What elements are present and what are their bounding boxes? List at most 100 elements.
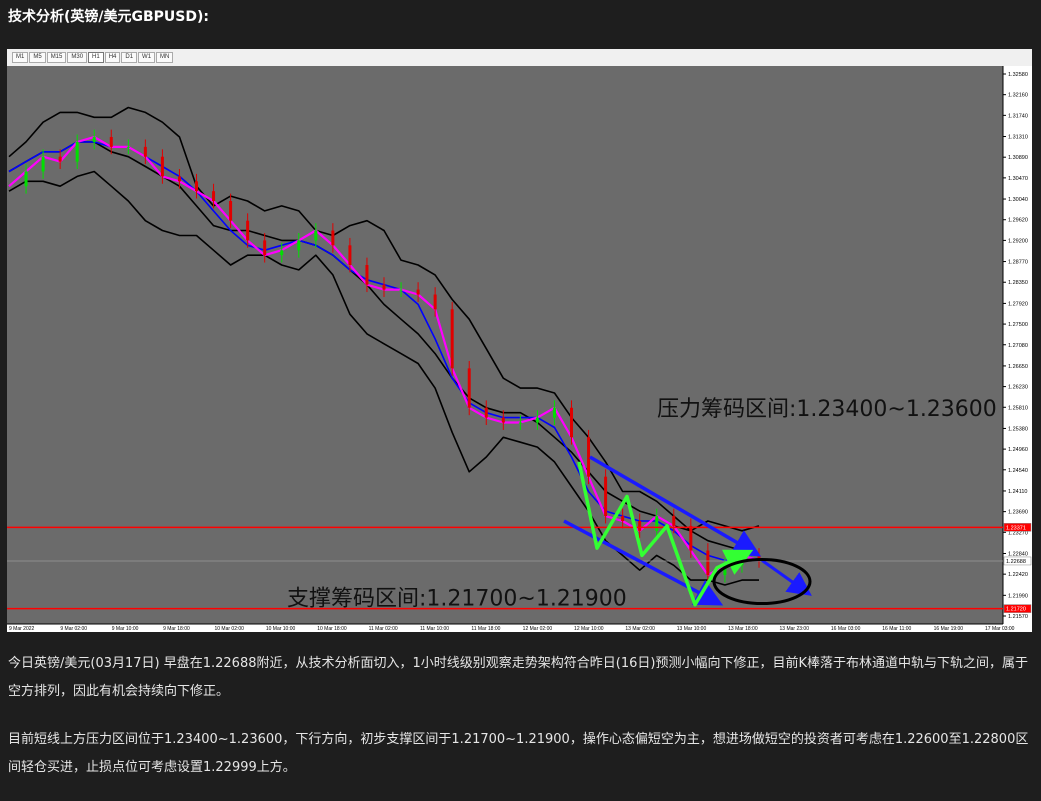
tab-d1[interactable]: D1 bbox=[121, 52, 138, 63]
time-tick-label: 17 Mar 03:00 bbox=[985, 626, 1015, 632]
price-tick-label: 1.22840 bbox=[1008, 551, 1028, 557]
price-tick-label: 1.25380 bbox=[1008, 426, 1028, 432]
time-axis-panel bbox=[7, 624, 1032, 632]
candle-body bbox=[621, 516, 625, 521]
price-tick-label: 1.21990 bbox=[1008, 593, 1028, 599]
timeframe-toolbar: M1 M5 M15 M30 H1 H4 D1 W1 MN bbox=[7, 49, 1032, 67]
candle-body bbox=[382, 284, 386, 290]
analysis-paragraph-2: 目前短线上方压力区间位于1.23400~1.23600，下行方向，初步支撑区间于… bbox=[8, 732, 1029, 775]
candle-body bbox=[638, 520, 642, 531]
price-tick-label: 1.22420 bbox=[1008, 572, 1028, 578]
candle-body bbox=[365, 265, 369, 285]
page-heading: 技术分析(英镑/美元GBPUSD): bbox=[8, 9, 210, 25]
candle-body bbox=[518, 422, 522, 424]
candle-body bbox=[399, 289, 403, 291]
candle-body bbox=[655, 516, 659, 531]
time-tick-label: 12 Mar 02:00 bbox=[523, 626, 553, 632]
price-tick-label: 1.29200 bbox=[1008, 238, 1028, 244]
price-tick-label: 1.27920 bbox=[1008, 301, 1028, 307]
tab-h4[interactable]: H4 bbox=[104, 52, 121, 63]
resistance-price-tag: 1.23371 bbox=[1006, 525, 1026, 531]
candle-body bbox=[450, 309, 454, 369]
time-tick-label: 12 Mar 10:00 bbox=[574, 626, 604, 632]
time-tick-label: 9 Mar 18:00 bbox=[163, 626, 190, 632]
time-tick-label: 16 Mar 19:00 bbox=[934, 626, 964, 632]
candle-body bbox=[126, 146, 130, 148]
candle-body bbox=[535, 417, 539, 423]
tab-mn[interactable]: MN bbox=[156, 52, 174, 63]
candle-body bbox=[348, 245, 352, 266]
candle-body bbox=[263, 240, 267, 256]
candle-body bbox=[229, 201, 233, 221]
price-tick-label: 1.23690 bbox=[1008, 510, 1028, 516]
price-tick-label: 1.26650 bbox=[1008, 364, 1028, 370]
price-tick-label: 1.29620 bbox=[1008, 218, 1028, 224]
chart-panel: M1 M5 M15 M30 H1 H4 D1 W1 MN 1.32580 1.32160 1.317… bbox=[7, 49, 1032, 632]
candle-body bbox=[331, 230, 335, 246]
time-tick-label: 10 Mar 18:00 bbox=[317, 626, 347, 632]
tab-m30[interactable]: M30 bbox=[67, 52, 88, 63]
candle-body bbox=[75, 141, 79, 162]
candle-body bbox=[416, 289, 420, 295]
time-tick-label: 11 Mar 18:00 bbox=[471, 626, 500, 632]
candle-body bbox=[672, 516, 676, 526]
price-tick-label: 1.32160 bbox=[1008, 93, 1028, 99]
plot-background bbox=[7, 66, 1003, 624]
price-tick-label: 1.30470 bbox=[1008, 176, 1028, 182]
candle-body bbox=[212, 191, 216, 202]
candle-body bbox=[689, 525, 693, 551]
candle-body bbox=[24, 171, 28, 187]
analysis-paragraph-1: 今日英镑/美元(03月17日) 早盘在1.22688附近，从技术分析面切入，1小… bbox=[8, 656, 1028, 699]
price-tick-label: 1.30040 bbox=[1008, 197, 1028, 203]
time-tick-label: 9 Mar 2022 bbox=[9, 626, 35, 632]
time-tick-label: 16 Mar 11:00 bbox=[882, 626, 911, 632]
price-tick-label: 1.24960 bbox=[1008, 447, 1028, 453]
price-tick-label: 1.27500 bbox=[1008, 322, 1028, 328]
timeframe-tabs: M1 M5 M15 M30 H1 H4 D1 W1 MN bbox=[12, 52, 174, 63]
current-price-tag: 1.22688 bbox=[1006, 559, 1026, 565]
price-tick-label: 1.32580 bbox=[1008, 72, 1028, 78]
tab-w1[interactable]: W1 bbox=[138, 52, 156, 63]
candle-body bbox=[280, 250, 284, 256]
candle-body bbox=[160, 156, 164, 177]
candle-body bbox=[41, 156, 45, 172]
candle-body bbox=[433, 294, 437, 310]
price-tick-label: 1.31740 bbox=[1008, 113, 1028, 119]
time-tick-label: 11 Mar 10:00 bbox=[420, 626, 449, 632]
time-tick-label: 13 Mar 02:00 bbox=[625, 626, 655, 632]
price-chart: 1.32580 1.32160 1.31740 1.31310 1.30890 1.304… bbox=[7, 66, 1032, 632]
support-price-tag: 1.21720 bbox=[1006, 607, 1026, 613]
tab-m5[interactable]: M5 bbox=[29, 52, 46, 63]
support-annotation: 支撑筹码区间:1.21700~1.21900 bbox=[287, 586, 627, 611]
candle-body bbox=[467, 368, 471, 408]
time-tick-label: 13 Mar 10:00 bbox=[677, 626, 707, 632]
candle-body bbox=[604, 476, 608, 517]
candle-body bbox=[297, 240, 301, 251]
candle-body bbox=[484, 407, 488, 418]
time-tick-label: 10 Mar 02:00 bbox=[214, 626, 244, 632]
candle-body bbox=[143, 146, 147, 157]
tab-m15[interactable]: M15 bbox=[46, 52, 67, 63]
time-tick-label: 10 Mar 10:00 bbox=[266, 626, 296, 632]
time-tick-label: 13 Mar 23:00 bbox=[780, 626, 810, 632]
candle-body bbox=[314, 230, 318, 241]
price-tick-label: 1.24110 bbox=[1008, 489, 1027, 495]
price-tick-label: 1.30890 bbox=[1008, 155, 1028, 161]
price-tick-label: 1.28350 bbox=[1008, 280, 1028, 286]
candle-body bbox=[246, 220, 250, 241]
time-tick-label: 16 Mar 03:00 bbox=[831, 626, 861, 632]
tab-m1[interactable]: M1 bbox=[12, 52, 29, 63]
price-tick-label: 1.27080 bbox=[1008, 343, 1028, 349]
price-tick-label: 1.25810 bbox=[1008, 405, 1028, 411]
candle-body bbox=[92, 137, 96, 142]
resistance-annotation: 压力筹码区间:1.23400~1.23600 bbox=[657, 397, 997, 422]
time-tick-label: 13 Mar 18:00 bbox=[728, 626, 758, 632]
tab-h1[interactable]: H1 bbox=[88, 52, 104, 63]
candle-body bbox=[706, 550, 710, 576]
candle-body bbox=[109, 137, 113, 147]
candle-body bbox=[501, 417, 505, 423]
candle-body bbox=[552, 407, 556, 418]
time-tick-label: 9 Mar 02:00 bbox=[60, 626, 87, 632]
price-tick-label: 1.31310 bbox=[1008, 135, 1028, 141]
candle-body bbox=[570, 407, 573, 438]
